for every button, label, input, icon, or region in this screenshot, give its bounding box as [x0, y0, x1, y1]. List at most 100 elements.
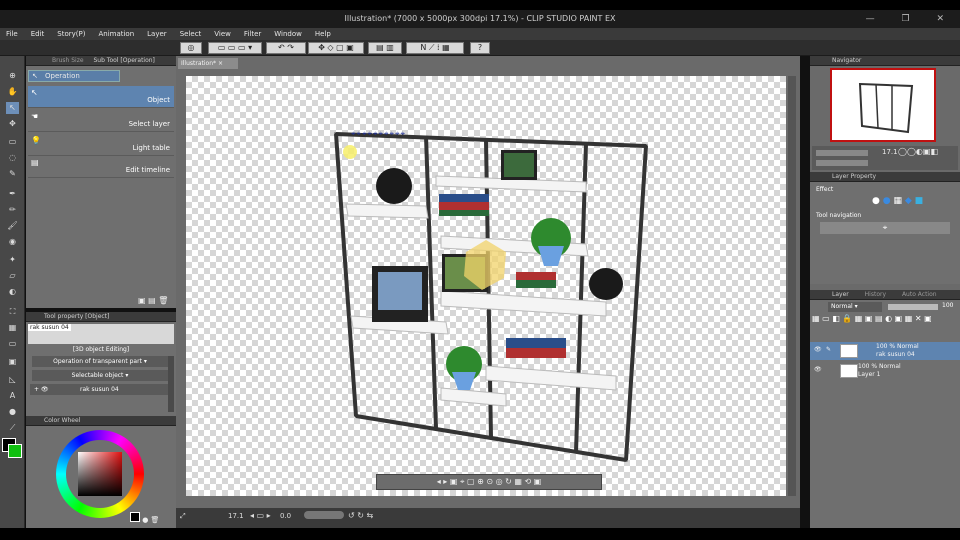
file-commands[interactable]: ▭ ▭ ▭ ▾: [208, 42, 262, 54]
operation-tool-icon[interactable]: ↖: [6, 102, 19, 114]
tab-layer[interactable]: Layer: [832, 291, 849, 298]
letterbox-bottom: [0, 528, 960, 540]
tab-brush-size[interactable]: Brush Size: [52, 57, 84, 64]
move-tool-icon[interactable]: ✥: [6, 118, 19, 130]
hand-tool-icon[interactable]: ✋: [6, 86, 19, 98]
opacity-slider[interactable]: [888, 304, 938, 310]
zoom-tool-icon[interactable]: ⊕: [6, 70, 19, 82]
selection-tool-icon[interactable]: ▭: [6, 136, 19, 148]
menu-file[interactable]: File: [6, 30, 18, 38]
figure-tool-icon[interactable]: ▭: [6, 338, 19, 350]
canvas-vertical-scrollbar[interactable]: [788, 76, 796, 496]
close-button[interactable]: ✕: [936, 14, 956, 24]
rotation-value[interactable]: 0.0: [280, 512, 291, 520]
subtool-select-layer[interactable]: ☚ Select layer: [28, 110, 174, 132]
menu-layer[interactable]: Layer: [147, 30, 167, 38]
pencil-tool-icon[interactable]: ✏: [6, 204, 19, 216]
zoom-controls[interactable]: ◂ ▭ ▸: [250, 511, 271, 520]
layer-edit-pen-icon: ✎: [826, 346, 832, 353]
undo-redo-buttons[interactable]: ↶ ↷: [266, 42, 306, 54]
object-launcher[interactable]: ⌖⌖⌖⌖⌖⌖⌖⌖⌖⌖: [351, 129, 471, 141]
operation-group-tab[interactable]: ↖ Operation: [28, 70, 120, 82]
sub-color-swatch[interactable]: [8, 444, 22, 458]
color-panel-controls[interactable]: ● 🗑: [30, 512, 170, 524]
menu-edit[interactable]: Edit: [31, 30, 45, 38]
navigate-arrows-icon[interactable]: ⤢: [180, 512, 186, 521]
layer-thumbnail: [840, 364, 858, 378]
black-pot[interactable]: [376, 168, 412, 204]
eraser-tool-icon[interactable]: ▱: [6, 270, 19, 282]
navigator-zoom-value[interactable]: 17.1: [882, 148, 898, 156]
menu-window[interactable]: Window: [274, 30, 302, 38]
navigator-preview[interactable]: [830, 68, 936, 142]
transparent-part-dropdown[interactable]: Operation of transparent part ▾: [32, 356, 168, 367]
menu-help[interactable]: Help: [315, 30, 331, 38]
layer-visibility-eye-icon[interactable]: 👁: [814, 346, 822, 353]
transparent-part-label: Operation of transparent part: [53, 358, 142, 365]
color-wheel[interactable]: [56, 430, 144, 518]
menu-select[interactable]: Select: [180, 30, 202, 38]
ruler-tool-icon[interactable]: ◺: [6, 374, 19, 386]
rotation-slider[interactable]: [304, 511, 344, 519]
subtool-light-table[interactable]: 💡 Light table: [28, 134, 174, 156]
subtool-edit-timeline-label: Edit timeline: [125, 166, 170, 174]
correct-line-tool-icon[interactable]: ⟋: [6, 422, 19, 434]
shelf-3d-object[interactable]: [186, 76, 786, 496]
effect-buttons[interactable]: ● ● ▦ ◆ ■: [872, 196, 923, 206]
object-launcher-bar[interactable]: ◂ ▸ ▣ ⌖ ▢ ⊕ ⊙ ◎ ↻ ▦ ⟲ ▣: [376, 474, 602, 490]
fill-tool-icon[interactable]: ⛶: [6, 306, 19, 318]
layer-visibility-eye-icon[interactable]: 👁: [814, 366, 822, 373]
lasso-tool-icon[interactable]: ◌: [6, 152, 19, 164]
tool-navigation-button[interactable]: ⌖: [820, 222, 950, 234]
opacity-value[interactable]: 100: [942, 302, 953, 309]
tool-property-header: Tool property [Object]: [44, 313, 110, 320]
tool-property-scrollbar[interactable]: [168, 356, 174, 412]
subtool-panel-buttons[interactable]: ▣ ▤ 🗑: [138, 296, 168, 305]
document-tab[interactable]: Illustration* ×: [178, 58, 238, 69]
canvas[interactable]: ⌖⌖⌖⌖⌖⌖⌖⌖⌖⌖: [186, 76, 786, 496]
saturation-value-square[interactable]: [78, 452, 122, 496]
gradient-tool-icon[interactable]: ▦: [6, 322, 19, 334]
menu-story[interactable]: Story(P): [57, 30, 85, 38]
rotation-buttons[interactable]: ↺ ↻ ⇆: [348, 511, 373, 520]
layer-panel: Layer History Auto Action Normal ▾ 100 ▦…: [810, 290, 960, 528]
menu-view[interactable]: View: [214, 30, 231, 38]
tab-sub-tool[interactable]: Sub Tool [Operation]: [93, 57, 154, 64]
blend-tool-icon[interactable]: ◐: [6, 286, 19, 298]
decoration-tool-icon[interactable]: ✦: [6, 254, 19, 266]
navigator-zoom-buttons[interactable]: ◯◯◐▣◧: [898, 147, 938, 156]
clip-studio-icon[interactable]: ◎: [180, 42, 202, 54]
object-name: rak susun 04: [28, 324, 71, 331]
black-pot-2[interactable]: [589, 268, 623, 300]
eyedropper-icon[interactable]: ✎: [6, 168, 19, 180]
blend-mode-dropdown[interactable]: Normal ▾: [828, 302, 882, 312]
layer-row-rak-susun[interactable]: 👁 ✎ 100 % Normal rak susun 04: [810, 342, 960, 360]
menu-filter[interactable]: Filter: [244, 30, 261, 38]
tab-auto-action[interactable]: Auto Action: [902, 291, 937, 298]
eye-icon[interactable]: + 👁: [34, 384, 49, 395]
clear-commands[interactable]: ▤ ▥: [368, 42, 402, 54]
document-tab-label: Illustration*: [181, 60, 217, 67]
subtool-object[interactable]: ↖ Object: [28, 86, 174, 108]
transform-commands[interactable]: ✥ ◇ ▢ ▣: [308, 42, 364, 54]
navigator-zoom-slider[interactable]: [816, 150, 868, 156]
menu-animation[interactable]: Animation: [98, 30, 134, 38]
frame-tool-icon[interactable]: ▣: [6, 356, 19, 368]
zoom-value[interactable]: 17.1: [228, 512, 244, 520]
brush-tool-icon[interactable]: 🖌: [6, 220, 19, 232]
tab-history[interactable]: History: [865, 291, 886, 298]
help-icon[interactable]: ?: [470, 42, 490, 54]
subtool-edit-timeline[interactable]: ▤ Edit timeline: [28, 156, 174, 178]
layer-toolbar[interactable]: ▦ ▭ ◧ 🔒 ▦ ▣ ▤ ◐ ▣ ▦ ✕ ▣: [812, 314, 958, 336]
layer-target-row[interactable]: + 👁 rak susun 04: [30, 384, 168, 395]
pen-tool-icon[interactable]: ✒: [6, 188, 19, 200]
balloon-tool-icon[interactable]: ●: [6, 406, 19, 418]
maximize-button[interactable]: ❐: [902, 14, 922, 24]
navigator-rotate-slider[interactable]: [816, 160, 868, 166]
layer-row-layer-1[interactable]: 👁 100 % Normal Layer 1: [810, 362, 960, 380]
snap-commands[interactable]: N ⟋ ⁞ ▦: [406, 42, 464, 54]
minimize-button[interactable]: —: [866, 14, 887, 24]
text-tool-icon[interactable]: A: [6, 390, 19, 402]
airbrush-tool-icon[interactable]: ◉: [6, 236, 19, 248]
selectable-object-dropdown[interactable]: Selectable object ▾: [32, 370, 168, 381]
